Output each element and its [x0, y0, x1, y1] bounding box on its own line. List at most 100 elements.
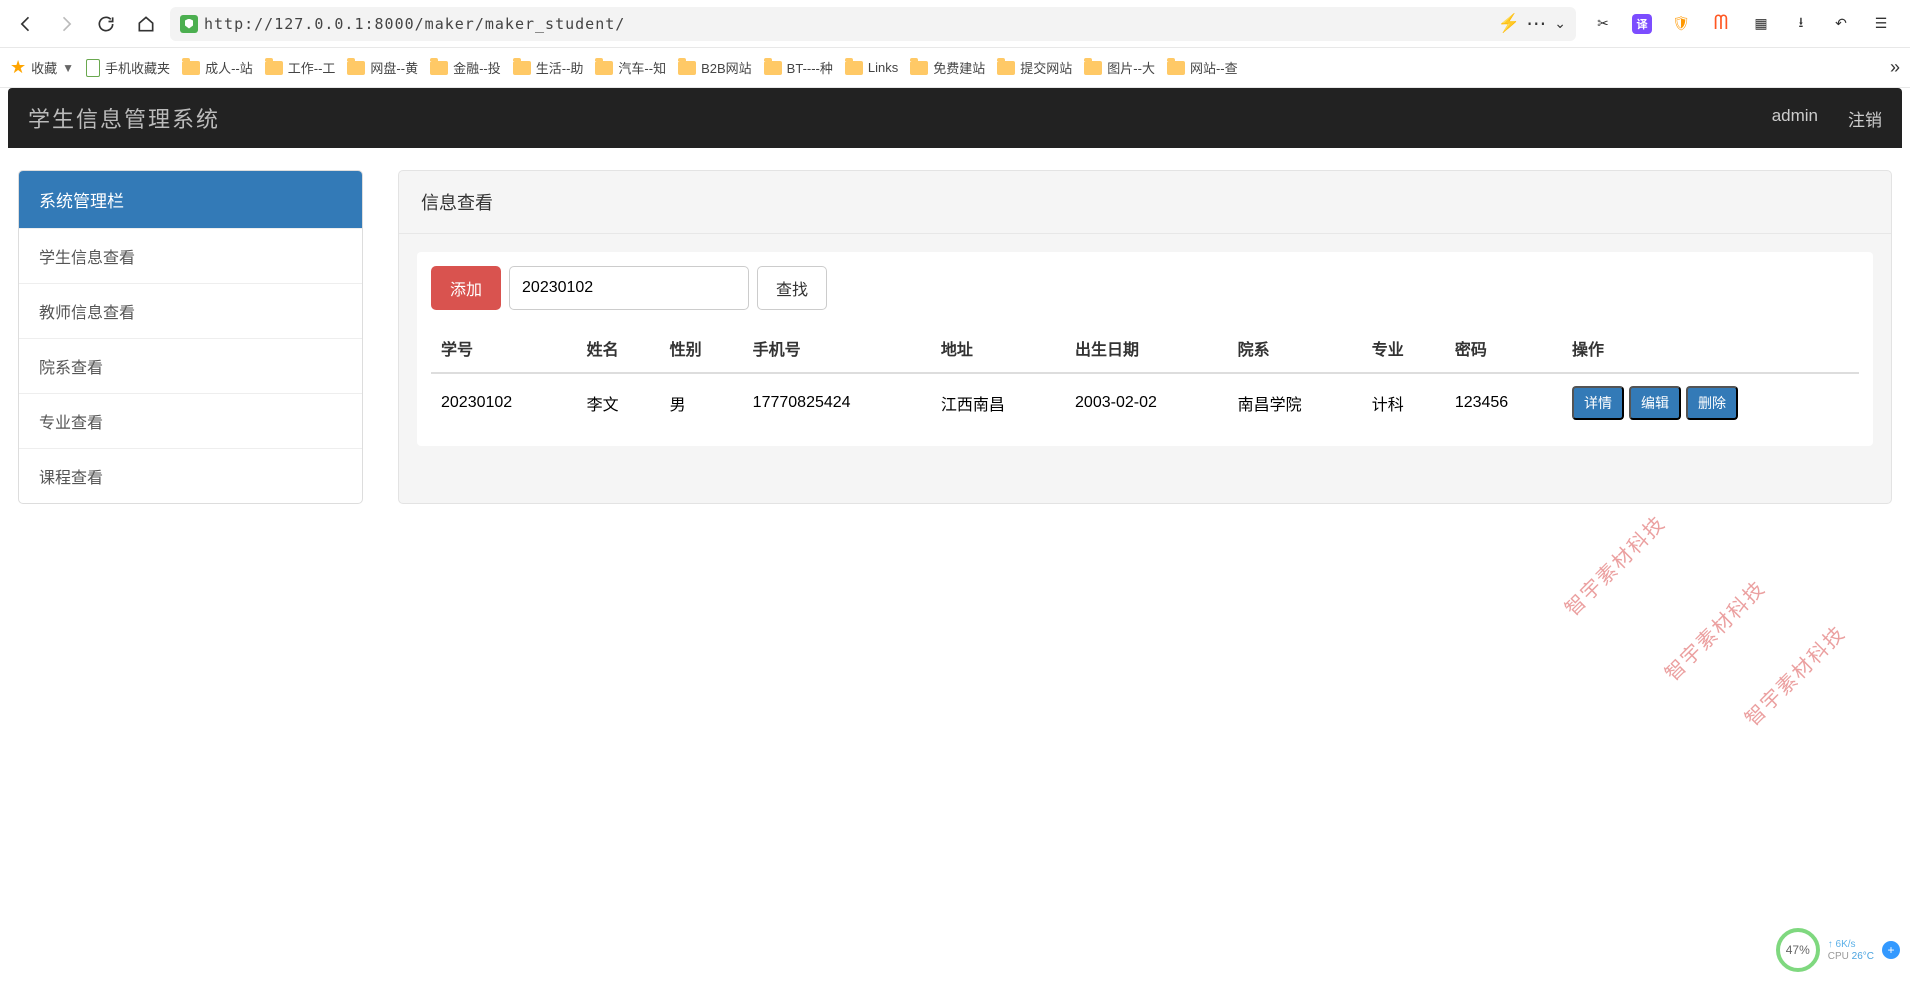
undo-icon[interactable]: ↶: [1830, 13, 1852, 35]
bookmark-folder[interactable]: 成人--站: [182, 58, 253, 77]
sidebar: 系统管理栏 学生信息查看 教师信息查看 院系查看 专业查看 课程查看: [18, 170, 363, 504]
menu-icon[interactable]: ☰: [1870, 13, 1892, 35]
bookmark-folder[interactable]: 免费建站: [910, 58, 985, 77]
app-title: 学生信息管理系统: [28, 102, 220, 134]
download-icon[interactable]: ⭳: [1790, 13, 1812, 35]
content-panel: 信息查看 添加 查找 学号 姓名 性别 手机号 地址 出生日期 院系 专业 密码: [398, 170, 1892, 504]
home-icon: [136, 14, 156, 34]
sidebar-item-college[interactable]: 院系查看: [19, 338, 362, 393]
folder-icon: [1167, 61, 1185, 75]
col-gender: 性别: [660, 324, 743, 373]
sidebar-header: 系统管理栏: [19, 171, 362, 228]
watermark: 智宇素材科技: [1737, 618, 1851, 732]
folder-icon: [997, 61, 1015, 75]
browser-nav-bar: http://127.0.0.1:8000/maker/maker_studen…: [0, 0, 1910, 48]
url-bar[interactable]: http://127.0.0.1:8000/maker/maker_studen…: [170, 7, 1576, 41]
search-button[interactable]: 查找: [757, 266, 827, 310]
col-phone: 手机号: [743, 324, 931, 373]
folder-icon: [595, 61, 613, 75]
cell-gender: 男: [660, 373, 743, 432]
folder-icon: [1084, 61, 1102, 75]
col-address: 地址: [931, 324, 1065, 373]
arrow-left-icon: [16, 14, 36, 34]
control-bar: 添加 查找: [431, 266, 1859, 310]
col-name: 姓名: [577, 324, 660, 373]
add-button[interactable]: 添加: [431, 266, 501, 310]
url-text: http://127.0.0.1:8000/maker/maker_studen…: [204, 15, 625, 33]
sidebar-item-major[interactable]: 专业查看: [19, 393, 362, 448]
extension-icon-2[interactable]: ᗰ: [1710, 13, 1732, 35]
panel-body: 添加 查找 学号 姓名 性别 手机号 地址 出生日期 院系 专业 密码 操作: [417, 252, 1873, 446]
sidebar-item-course[interactable]: 课程查看: [19, 448, 362, 503]
bookmark-folder[interactable]: 工作--工: [265, 58, 336, 77]
bookmarks-bar: ★收藏▼ 手机收藏夹 成人--站 工作--工 网盘--黄 金融--投 生活--助…: [0, 48, 1910, 88]
cell-password: 123456: [1445, 373, 1562, 432]
col-college: 院系: [1228, 324, 1362, 373]
cpu-label: CPU 26°C: [1828, 951, 1874, 962]
col-id: 学号: [431, 324, 577, 373]
folder-icon: [430, 61, 448, 75]
panel-title: 信息查看: [399, 171, 1891, 234]
plus-icon[interactable]: +: [1882, 941, 1900, 959]
bookmark-folder[interactable]: BT----种: [764, 58, 833, 77]
reload-button[interactable]: [90, 8, 122, 40]
folder-icon: [182, 61, 200, 75]
bookmark-folder[interactable]: 生活--助: [513, 58, 584, 77]
watermark: 智宇素材科技: [1657, 573, 1771, 687]
bookmark-folder[interactable]: Links: [845, 60, 898, 75]
sidebar-item-student[interactable]: 学生信息查看: [19, 228, 362, 283]
chevron-down-icon[interactable]: ⌄: [1554, 15, 1566, 32]
bookmark-folder[interactable]: 网站--查: [1167, 58, 1238, 77]
detail-button[interactable]: 详情: [1572, 386, 1624, 420]
bookmarks-overflow[interactable]: »: [1890, 57, 1900, 78]
folder-icon: [764, 61, 782, 75]
folder-icon: [347, 61, 365, 75]
folder-icon: [678, 61, 696, 75]
back-button[interactable]: [10, 8, 42, 40]
reload-icon: [96, 14, 116, 34]
main-content: 系统管理栏 学生信息查看 教师信息查看 院系查看 专业查看 课程查看 信息查看 …: [0, 148, 1910, 526]
table-header-row: 学号 姓名 性别 手机号 地址 出生日期 院系 专业 密码 操作: [431, 324, 1859, 373]
forward-button[interactable]: [50, 8, 82, 40]
scissors-icon[interactable]: ✂: [1592, 13, 1614, 35]
user-name[interactable]: admin: [1772, 106, 1818, 131]
app-header: 学生信息管理系统 admin 注销: [8, 88, 1902, 148]
bookmark-folder[interactable]: 网盘--黄: [347, 58, 418, 77]
search-input[interactable]: [509, 266, 749, 310]
student-table: 学号 姓名 性别 手机号 地址 出生日期 院系 专业 密码 操作 2023010…: [431, 324, 1859, 432]
cell-phone: 17770825424: [743, 373, 931, 432]
dropdown-icon: ▼: [62, 61, 74, 75]
mobile-fav-label: 手机收藏夹: [105, 58, 170, 77]
bookmark-folder[interactable]: B2B网站: [678, 58, 752, 77]
usage-circle: 47%: [1776, 928, 1820, 972]
favorites-button[interactable]: ★收藏▼: [10, 57, 74, 78]
grid-icon[interactable]: ▦: [1750, 13, 1772, 35]
col-ops: 操作: [1562, 324, 1859, 373]
net-stats: ↑ 6K/s CPU 26°C: [1828, 939, 1874, 962]
bookmark-folder[interactable]: 金融--投: [430, 58, 501, 77]
mobile-favorites[interactable]: 手机收藏夹: [86, 58, 170, 77]
home-button[interactable]: [130, 8, 162, 40]
delete-button[interactable]: 删除: [1686, 386, 1738, 420]
phone-icon: [86, 59, 100, 77]
col-major: 专业: [1362, 324, 1445, 373]
folder-icon: [910, 61, 928, 75]
bookmark-folder[interactable]: 图片--大: [1084, 58, 1155, 77]
bookmark-folder[interactable]: 汽车--知: [595, 58, 666, 77]
cell-address: 江西南昌: [931, 373, 1065, 432]
folder-icon: [265, 61, 283, 75]
network-widget[interactable]: 47% ↑ 6K/s CPU 26°C +: [1776, 928, 1900, 972]
translate-icon[interactable]: 译: [1632, 14, 1652, 34]
lightning-icon[interactable]: ⚡: [1498, 13, 1520, 34]
extension-icon-1[interactable]: 🛡: [1670, 13, 1692, 35]
logout-link[interactable]: 注销: [1848, 106, 1882, 131]
shield-icon: [180, 15, 198, 33]
col-password: 密码: [1445, 324, 1562, 373]
cell-birth: 2003-02-02: [1065, 373, 1228, 432]
bookmark-folder[interactable]: 提交网站: [997, 58, 1072, 77]
favorites-label: 收藏: [31, 58, 57, 77]
more-icon[interactable]: ⋯: [1526, 11, 1548, 36]
toolbar-icons: ✂ 译 🛡 ᗰ ▦ ⭳ ↶ ☰: [1584, 13, 1900, 35]
sidebar-item-teacher[interactable]: 教师信息查看: [19, 283, 362, 338]
edit-button[interactable]: 编辑: [1629, 386, 1681, 420]
